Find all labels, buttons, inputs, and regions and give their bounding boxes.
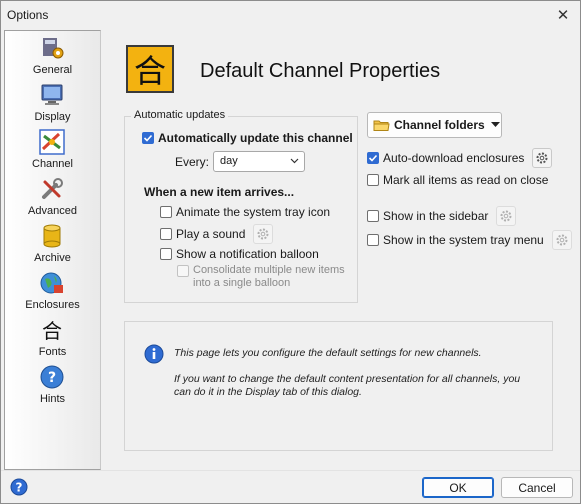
play-sound-checkbox[interactable]: Play a sound (160, 224, 274, 244)
info-line-3: can do it in the Display tab of this dia… (174, 386, 362, 398)
show-sidebar-checkbox[interactable]: Show in the sidebar (367, 206, 517, 226)
sidebar-item-label: General (32, 64, 73, 76)
svg-text:?: ? (48, 370, 56, 386)
show-tray-menu-checkbox[interactable]: Show in the system tray menu (367, 230, 572, 250)
info-icon (144, 344, 164, 364)
checkbox-checked-icon (367, 152, 379, 164)
every-dropdown[interactable]: day (213, 151, 305, 172)
sidebar-item-fonts[interactable]: 合 Fonts (5, 315, 100, 361)
automatic-updates-group: Automatic updates Automatically update t… (124, 109, 358, 303)
checkbox-icon (160, 228, 172, 240)
window-title: Options (7, 8, 49, 22)
svg-text:合: 合 (42, 319, 62, 343)
sidebar-item-hints[interactable]: ? Hints (5, 362, 100, 408)
channel-folders-button[interactable]: Channel folders (367, 112, 502, 138)
checkbox-icon (160, 206, 172, 218)
question-icon: ? (40, 365, 64, 389)
play-sound-label: Play a sound (176, 227, 246, 241)
tools-icon (42, 178, 63, 199)
sidebar-item-label: Fonts (38, 346, 67, 358)
info-panel: This page lets you configure the default… (124, 321, 553, 451)
new-item-heading: When a new item arrives... (144, 185, 295, 199)
close-button[interactable]: ✕ (546, 1, 580, 29)
checkbox-icon (367, 174, 379, 186)
help-button[interactable]: ? (10, 478, 28, 496)
cancel-button[interactable]: Cancel (501, 477, 573, 498)
notification-balloon-checkbox[interactable]: Show a notification balloon (160, 247, 319, 261)
sidebar-item-label: Enclosures (25, 299, 80, 311)
tray-menu-settings-button[interactable] (551, 230, 572, 250)
checkbox-icon (160, 248, 172, 260)
auto-update-checkbox[interactable]: Automatically update this channel (142, 131, 353, 145)
info-line-2: If you want to change the default conten… (174, 373, 521, 385)
sidebar-item-display[interactable]: Display (5, 80, 100, 126)
page-title: Default Channel Properties (200, 60, 441, 82)
dropdown-arrow-icon (490, 122, 500, 127)
sidebar-item-channel[interactable]: Channel (5, 127, 100, 173)
footer-separator (1, 470, 580, 471)
sidebar-item-label: Hints (39, 393, 66, 405)
globe-icon (40, 272, 63, 294)
every-label: Every: (175, 155, 210, 169)
auto-download-label: Auto-download enclosures (383, 151, 525, 165)
chevron-down-icon (290, 158, 299, 164)
monitor-icon (41, 84, 63, 105)
checkbox-disabled-icon (177, 265, 189, 277)
checkbox-icon (367, 210, 379, 222)
content-panel: 合 Default Channel Properties Automatic u… (102, 30, 578, 470)
ok-button[interactable]: OK (422, 477, 494, 498)
auto-download-checkbox[interactable]: Auto-download enclosures (367, 148, 553, 168)
svg-text:?: ? (16, 481, 23, 495)
sidebar-item-label: Display (34, 111, 71, 123)
sidebar-item-general[interactable]: General (5, 33, 100, 79)
checkbox-checked-icon (142, 132, 154, 144)
sidebar-item-advanced[interactable]: Advanced (5, 174, 100, 220)
gear-icon (556, 234, 568, 246)
general-icon (43, 38, 64, 59)
channel-icon (39, 129, 65, 155)
gear-icon (500, 210, 512, 222)
mark-read-label: Mark all items as read on close (383, 173, 549, 187)
animate-tray-label: Animate the system tray icon (176, 205, 331, 219)
checkbox-icon (367, 234, 379, 246)
folder-icon (373, 120, 390, 131)
sidebar-settings-button[interactable] (496, 206, 517, 226)
consolidate-label-line2: into a single balloon (193, 277, 291, 289)
gear-icon (257, 228, 269, 240)
group-legend: Automatic updates (131, 109, 229, 121)
enclosure-settings-button[interactable] (532, 148, 553, 168)
options-dialog: Options ✕ General Display Channel Advanc… (0, 0, 581, 504)
font-icon: 合 (42, 319, 62, 343)
sidebar: General Display Channel Advanced Archive… (4, 30, 101, 470)
channel-folders-label: Channel folders (394, 118, 485, 132)
mark-read-checkbox[interactable]: Mark all items as read on close (367, 173, 548, 187)
title-bar: Options ✕ (1, 1, 580, 29)
consolidate-label-line1: Consolidate multiple new items (193, 264, 345, 276)
notification-balloon-label: Show a notification balloon (176, 247, 319, 261)
show-tray-menu-label: Show in the system tray menu (383, 233, 544, 247)
consolidate-checkbox[interactable]: Consolidate multiple new items into a si… (177, 264, 345, 290)
auto-update-label: Automatically update this channel (158, 131, 353, 145)
sound-settings-button[interactable] (253, 224, 274, 244)
sidebar-item-archive[interactable]: Archive (5, 221, 100, 267)
sidebar-item-enclosures[interactable]: Enclosures (5, 268, 100, 314)
every-value: day (220, 155, 238, 167)
animate-tray-checkbox[interactable]: Animate the system tray icon (160, 205, 330, 219)
show-sidebar-label: Show in the sidebar (383, 209, 489, 223)
sidebar-item-label: Channel (32, 158, 73, 170)
sidebar-item-label: Archive (34, 252, 71, 264)
info-line-1: This page lets you configure the default… (174, 347, 482, 359)
sidebar-item-label: Advanced (28, 205, 77, 217)
database-icon (43, 224, 61, 248)
gear-icon (536, 152, 548, 164)
channel-header-icon: 合 (126, 45, 174, 93)
